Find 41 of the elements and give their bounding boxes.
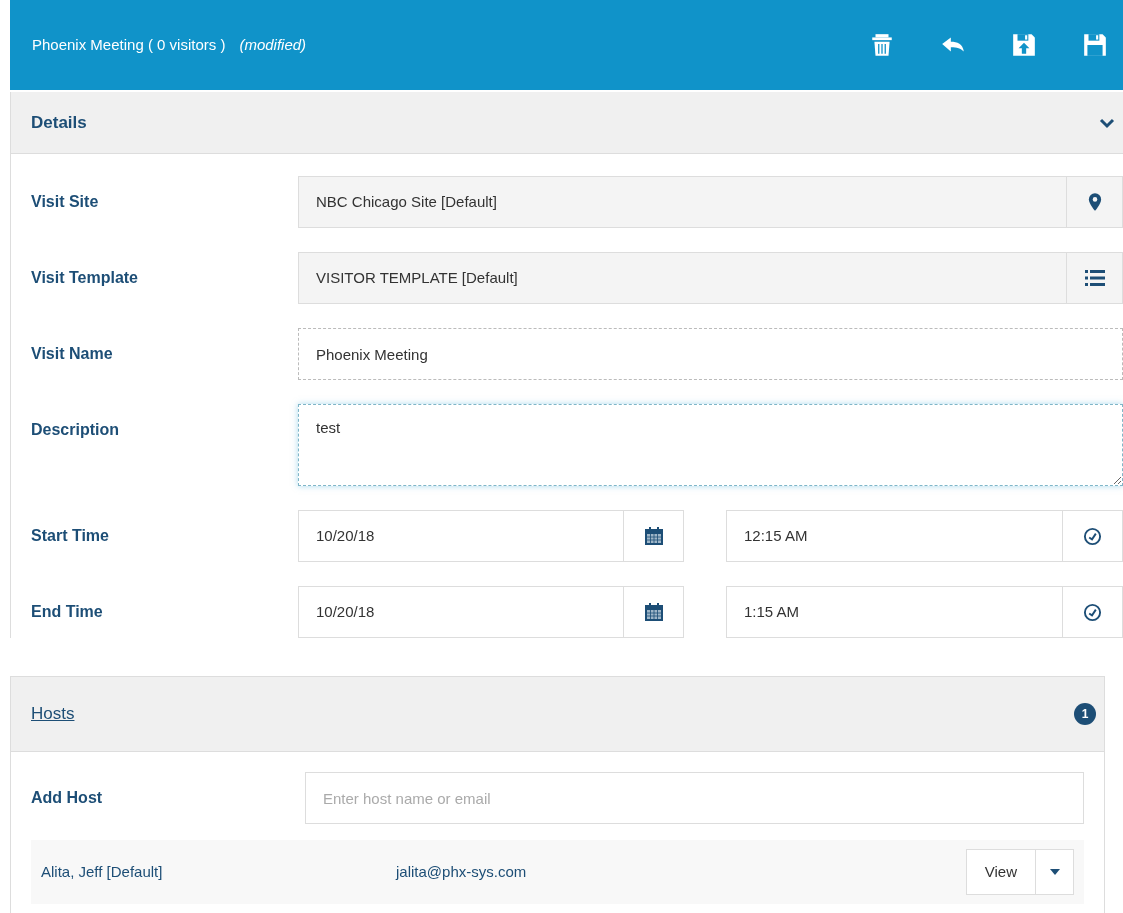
clock-icon[interactable]	[1083, 602, 1102, 622]
field-value: 12:15 AM	[743, 525, 808, 546]
field-label: Description	[30, 420, 120, 440]
calendar-icon[interactable]	[644, 527, 663, 545]
save-icon[interactable]	[1082, 32, 1108, 58]
panel-title: Details	[31, 111, 87, 134]
field-label: Start Time	[30, 526, 110, 546]
count-badge: 1	[1074, 703, 1096, 725]
field-value: 1:15 AM	[743, 601, 800, 622]
host-email: jalita@phx-sys.com	[396, 861, 527, 882]
field-label: Visit Name	[30, 344, 114, 364]
date-field[interactable]: 10/20/18	[298, 510, 684, 562]
host-search-field[interactable]: Enter host name or email	[305, 772, 1084, 824]
caret-icon	[1049, 869, 1060, 875]
save-upload-icon[interactable]	[1011, 32, 1037, 58]
select-field[interactable]: NBC Chicago Site [Default]	[298, 176, 1123, 228]
field-label: Visit Template	[30, 268, 139, 288]
field-value: 10/20/18	[315, 525, 375, 546]
time-field[interactable]: 12:15 AM	[726, 510, 1123, 562]
select-field[interactable]: VISITOR TEMPLATE [Default]	[298, 252, 1123, 304]
clock-icon[interactable]	[1083, 526, 1102, 546]
date-field[interactable]: 10/20/18	[298, 586, 684, 638]
dropdown-toggle-button[interactable]	[1036, 849, 1074, 895]
panel-title-link[interactable]: Hosts	[31, 701, 75, 727]
header-title: Phoenix Meeting ( 0 visitors )	[32, 34, 226, 55]
map-pin-icon[interactable]	[1087, 193, 1102, 211]
field-label: Add Host	[30, 788, 104, 808]
field-label: Visit Site	[30, 192, 100, 212]
input-field[interactable]: Phoenix Meeting	[298, 328, 1123, 380]
field-value: VISITOR TEMPLATE [Default]	[315, 267, 518, 288]
field-label: End Time	[30, 602, 104, 622]
view-button[interactable]: View	[965, 849, 1036, 895]
time-field[interactable]: 1:15 AM	[726, 586, 1123, 638]
text-area[interactable]: test	[298, 404, 1123, 486]
list-icon[interactable]	[1084, 270, 1105, 286]
host-name: Alita, Jeff [Default]	[41, 861, 164, 882]
trash-icon[interactable]	[869, 32, 895, 58]
calendar-icon[interactable]	[644, 603, 663, 621]
field-value: 10/20/18	[315, 601, 375, 622]
status-label: (modified)	[239, 34, 307, 55]
field-value: NBC Chicago Site [Default]	[315, 191, 497, 212]
